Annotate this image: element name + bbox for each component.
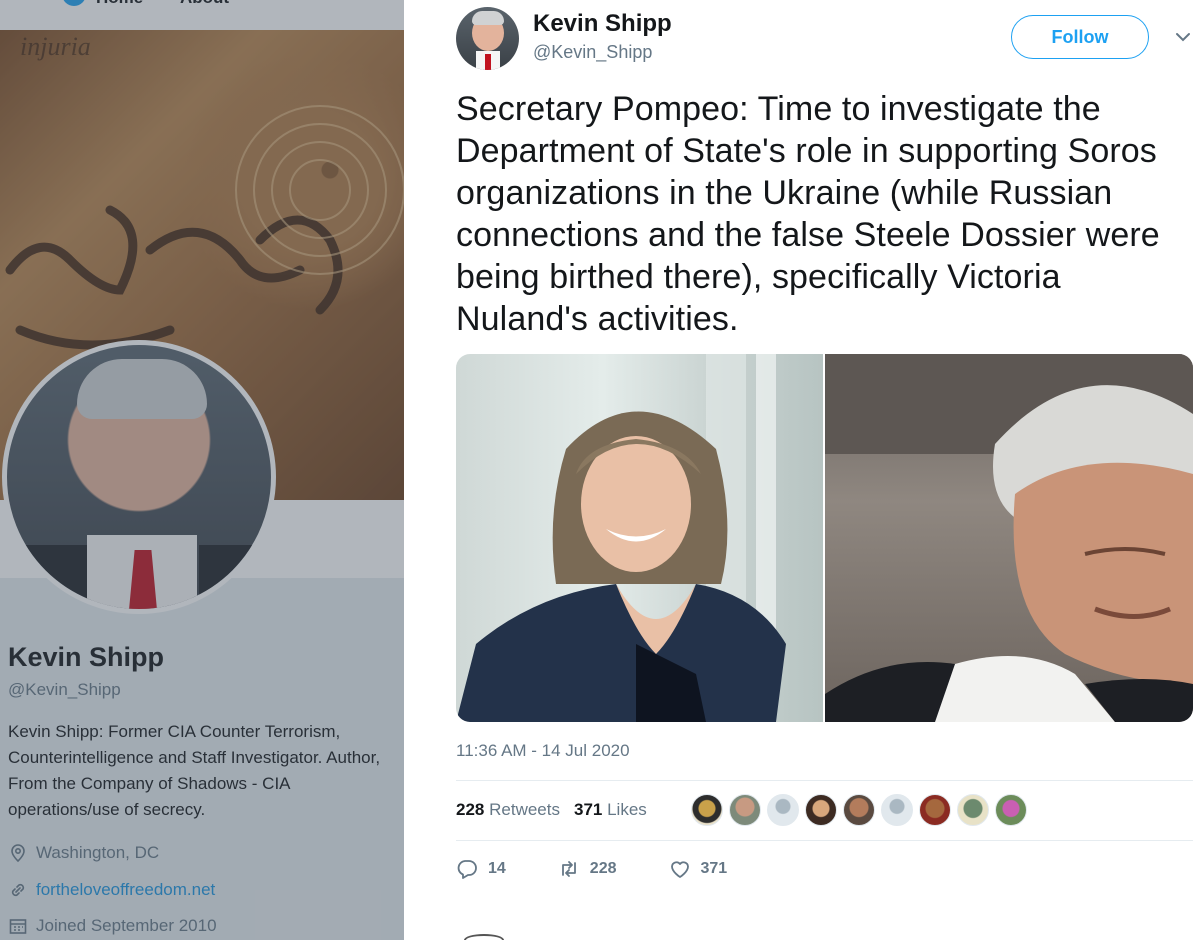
like-button[interactable]: 371 [669,858,728,880]
liker-avatar[interactable] [767,794,799,826]
profile-handle[interactable]: @Kevin_Shipp [8,680,121,700]
location-pin-icon [11,844,25,863]
tweet-text: Secretary Pompeo: Time to investigate th… [456,90,1160,338]
website-link[interactable]: fortheloveoffreedom.net [36,880,215,900]
divider [456,780,1193,781]
profile-joined: Joined September 2010 [8,916,217,936]
liker-avatar[interactable] [729,794,761,826]
liker-avatar[interactable] [843,794,875,826]
svg-text:injuria: injuria [20,32,91,61]
like-count: 371 [700,860,728,877]
heart-icon [670,861,689,878]
profile-avatar[interactable] [2,340,276,614]
tweet-photo-right[interactable] [825,354,1193,722]
likes-stat[interactable]: 371 Likes [574,800,647,820]
retweets-count: 228 [456,800,485,819]
liker-avatar[interactable] [691,794,723,826]
home-icon[interactable] [62,0,86,6]
profile-location: Washington, DC [8,843,159,863]
likes-label: Likes [607,800,647,819]
liker-avatar[interactable] [805,794,837,826]
divider [456,840,1193,841]
nav-about-link[interactable]: About [180,0,229,8]
tweet-author-avatar[interactable] [456,7,519,70]
next-reply-avatar-edge [464,934,504,940]
tweet-author-handle[interactable]: @Kevin_Shipp [533,42,652,63]
reply-button[interactable]: 14 [456,858,506,880]
liker-avatar[interactable] [957,794,989,826]
follow-button[interactable]: Follow [1011,15,1149,59]
tweet-actions: 14 228 371 [456,858,779,880]
tweet-author-name[interactable]: Kevin Shipp [533,10,672,38]
retweets-label: Retweets [489,800,560,819]
reply-count: 14 [488,860,506,877]
liker-avatar[interactable] [995,794,1027,826]
nav-home-link[interactable]: Home [96,0,143,8]
top-navigation: Home About [0,0,404,30]
retweet-count: 228 [589,860,617,877]
chevron-down-icon[interactable] [1174,28,1192,46]
location-text: Washington, DC [36,843,160,862]
liker-avatar[interactable] [919,794,951,826]
liker-avatars [691,794,1027,826]
joined-text: Joined September 2010 [36,916,217,935]
retweet-icon [561,861,576,877]
link-icon [11,883,25,897]
liker-avatar[interactable] [881,794,913,826]
likes-count: 371 [573,800,603,819]
profile-bio: Kevin Shipp: Former CIA Counter Terroris… [8,722,381,819]
profile-name[interactable]: Kevin Shipp [8,642,164,673]
calendar-icon [9,919,27,934]
profile-background: Home About injuria [0,0,404,940]
tweet-detail: Kevin Shipp @Kevin_Shipp Follow Secretar… [404,0,1200,940]
retweet-button[interactable]: 228 [558,858,617,880]
tweet-timestamp[interactable]: 11:36 AM - 14 Jul 2020 [456,741,630,761]
retweets-stat[interactable]: 228 Retweets [456,800,560,820]
profile-website: fortheloveoffreedom.net [8,880,215,900]
tweet-stats: 228 Retweets 371 Likes [456,800,647,820]
tweet-photo-left[interactable] [456,354,823,722]
tweet-media[interactable] [456,354,1193,722]
reply-icon [457,860,477,879]
